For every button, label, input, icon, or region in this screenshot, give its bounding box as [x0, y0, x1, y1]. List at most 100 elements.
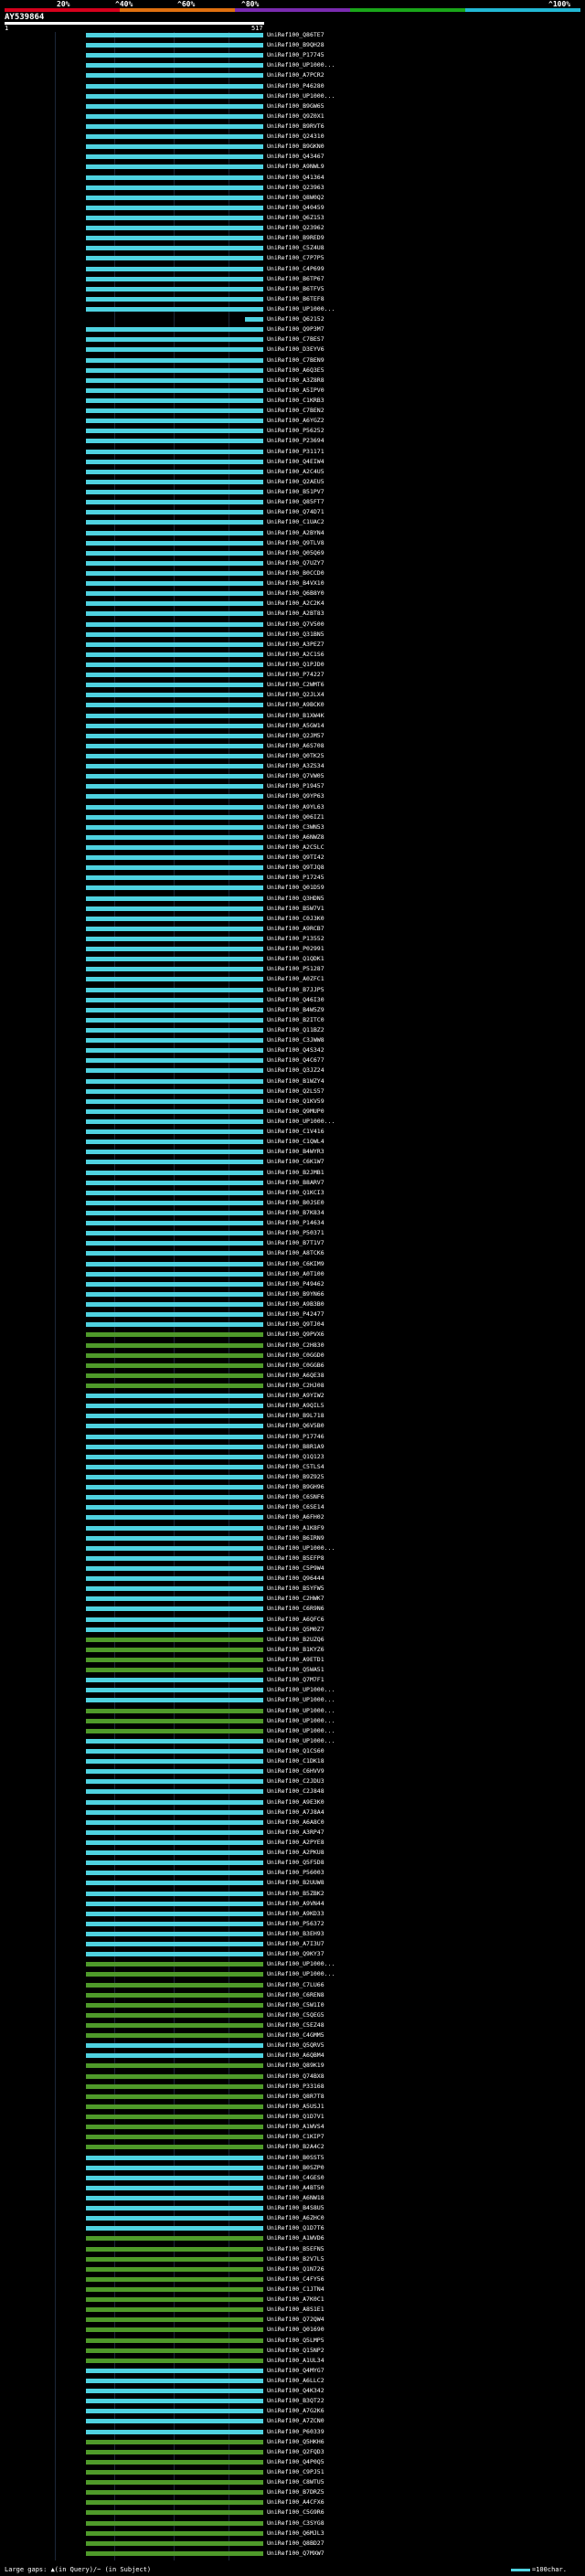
hit-label[interactable]: UniRef100_A6QE38	[267, 1372, 324, 1379]
hit-label[interactable]: UniRef100_C4GMM5	[267, 2031, 324, 2039]
hit-alignment-bar[interactable]	[86, 1829, 263, 1835]
hit-label[interactable]: UniRef100_Q05Q69	[267, 549, 324, 557]
hit-alignment-bar[interactable]	[86, 459, 263, 464]
hit-alignment-bar[interactable]	[86, 1718, 263, 1723]
hit-label[interactable]: UniRef100_Q2LS57	[267, 1087, 324, 1095]
hit-row[interactable]: UniRef100_C5P9W4	[0, 1564, 585, 1572]
hit-alignment-bar[interactable]	[86, 1444, 263, 1449]
hit-row[interactable]: UniRef100_A6A8C0	[0, 1818, 585, 1826]
hit-alignment-bar[interactable]	[86, 1901, 263, 1906]
hit-alignment-bar[interactable]	[86, 1362, 263, 1368]
hit-alignment-bar[interactable]	[86, 1495, 263, 1500]
hit-alignment-bar[interactable]	[86, 764, 263, 769]
hit-alignment-bar[interactable]	[86, 794, 263, 800]
hit-label[interactable]: UniRef100_Q4P0Q5	[267, 2458, 324, 2465]
hit-alignment-bar[interactable]	[86, 1850, 263, 1856]
hit-alignment-bar[interactable]	[86, 1962, 263, 1967]
hit-label[interactable]: UniRef100_A8S1E1	[267, 2306, 324, 2313]
hit-label[interactable]: UniRef100_P17245	[267, 874, 324, 881]
hit-label[interactable]: UniRef100_A9YL63	[267, 803, 324, 811]
hit-row[interactable]: UniRef100_Q74D71	[0, 508, 585, 515]
hit-label[interactable]: UniRef100_A2C5LC	[267, 843, 324, 851]
hit-row[interactable]: UniRef100_A6FH02	[0, 1513, 585, 1521]
hit-label[interactable]: UniRef100_B2A4C2	[267, 2143, 324, 2150]
hit-alignment-bar[interactable]	[86, 408, 263, 414]
hit-alignment-bar[interactable]	[86, 2073, 263, 2079]
hit-label[interactable]: UniRef100_B6TFV5	[267, 285, 324, 292]
hit-row[interactable]: UniRef100_Q5F5D8	[0, 1859, 585, 1866]
hit-alignment-bar[interactable]	[86, 2409, 263, 2414]
hit-row[interactable]: UniRef100_Q1CS60	[0, 1747, 585, 1754]
hit-alignment-bar[interactable]	[86, 419, 263, 424]
hit-row[interactable]: UniRef100_Q4P0Q5	[0, 2458, 585, 2465]
hit-row[interactable]: UniRef100_B0CCD0	[0, 569, 585, 577]
hit-label[interactable]: UniRef100_B51PV7	[267, 488, 324, 495]
hit-label[interactable]: UniRef100_Q5LMP5	[267, 2337, 324, 2344]
hit-label[interactable]: UniRef100_A6QBM4	[267, 2051, 324, 2059]
hit-label[interactable]: UniRef100_C5QEG5	[267, 2011, 324, 2019]
hit-row[interactable]: UniRef100_UP1000...	[0, 305, 585, 313]
hit-label[interactable]: UniRef100_Q46I30	[267, 996, 324, 1003]
hit-row[interactable]: UniRef100_Q43467	[0, 153, 585, 160]
hit-row[interactable]: UniRef100_UP1000...	[0, 1118, 585, 1125]
hit-row[interactable]: UniRef100_A2C5LC	[0, 843, 585, 851]
hit-alignment-bar[interactable]	[86, 693, 263, 698]
hit-row[interactable]: UniRef100_Q4MYG7	[0, 2367, 585, 2374]
hit-label[interactable]: UniRef100_UP1000...	[267, 1717, 335, 1724]
hit-alignment-bar[interactable]	[86, 723, 263, 728]
hit-row[interactable]: UniRef100_Q5M0Z7	[0, 1626, 585, 1633]
hit-label[interactable]: UniRef100_Q1CS60	[267, 1747, 324, 1754]
hit-row[interactable]: UniRef100_C7BEN2	[0, 407, 585, 414]
hit-alignment-bar[interactable]	[86, 185, 263, 190]
hit-row[interactable]: UniRef100_A8S1E1	[0, 2306, 585, 2313]
hit-alignment-bar[interactable]	[86, 469, 263, 474]
hit-alignment-bar[interactable]	[86, 63, 263, 69]
hit-row[interactable]: UniRef100_B5W7V1	[0, 905, 585, 912]
hit-row[interactable]: UniRef100_A1WVD6	[0, 2234, 585, 2242]
hit-label[interactable]: UniRef100_B0JSE0	[267, 1199, 324, 1206]
hit-row[interactable]: UniRef100_B0SST5	[0, 2154, 585, 2161]
hit-label[interactable]: UniRef100_C2H830	[267, 1341, 324, 1349]
hit-row[interactable]: UniRef100_UP1000...	[0, 1737, 585, 1744]
hit-alignment-bar[interactable]	[86, 641, 263, 647]
hit-row[interactable]: UniRef100_A6QBM4	[0, 2051, 585, 2059]
hit-alignment-bar[interactable]	[86, 2185, 263, 2190]
hit-label[interactable]: UniRef100_A1K8F9	[267, 1524, 324, 1532]
hit-row[interactable]: UniRef100_P42477	[0, 1310, 585, 1318]
hit-alignment-bar[interactable]	[86, 73, 263, 79]
hit-row[interactable]: UniRef100_Q86TE7	[0, 31, 585, 38]
hit-alignment-bar[interactable]	[86, 1200, 263, 1205]
hit-label[interactable]: UniRef100_B2UZQ6	[267, 1636, 324, 1643]
hit-label[interactable]: UniRef100_C5W1I0	[267, 2001, 324, 2009]
hit-label[interactable]: UniRef100_A7J8A4	[267, 1808, 324, 1816]
hit-row[interactable]: UniRef100_Q9TJ04	[0, 1320, 585, 1328]
hit-alignment-bar[interactable]	[86, 1251, 263, 1256]
hit-label[interactable]: UniRef100_A9ETD1	[267, 1656, 324, 1663]
hit-row[interactable]: UniRef100_B2ITC0	[0, 1016, 585, 1023]
hit-row[interactable]: UniRef100_D3EYV6	[0, 345, 585, 353]
hit-alignment-bar[interactable]	[86, 1414, 263, 1419]
hit-label[interactable]: UniRef100_Q24310	[267, 133, 324, 140]
hit-row[interactable]: UniRef100_C1V416	[0, 1128, 585, 1135]
hit-row[interactable]: UniRef100_UP1000...	[0, 1970, 585, 1977]
hit-label[interactable]: UniRef100_B1KYZ6	[267, 1646, 324, 1653]
hit-alignment-bar[interactable]	[86, 743, 263, 748]
hit-label[interactable]: UniRef100_C1QWL4	[267, 1138, 324, 1145]
hit-row[interactable]: UniRef100_C5TLS4	[0, 1463, 585, 1470]
hit-row[interactable]: UniRef100_P17245	[0, 874, 585, 881]
hit-row[interactable]: UniRef100_C5W1I0	[0, 2001, 585, 2009]
hit-label[interactable]: UniRef100_P46280	[267, 82, 324, 90]
hit-label[interactable]: UniRef100_A9RCB7	[267, 925, 324, 932]
hit-alignment-bar[interactable]	[86, 844, 263, 850]
hit-alignment-bar[interactable]	[86, 429, 263, 434]
hit-label[interactable]: UniRef100_B5EFP8	[267, 1554, 324, 1562]
hit-label[interactable]: UniRef100_C7LU66	[267, 1981, 324, 1988]
hit-alignment-bar[interactable]	[86, 226, 263, 231]
hit-label[interactable]: UniRef100_A9BCK0	[267, 701, 324, 708]
hit-row[interactable]: UniRef100_C7LU66	[0, 1981, 585, 1988]
hit-alignment-bar[interactable]	[86, 885, 263, 891]
hit-row[interactable]: UniRef100_C8WTU5	[0, 2478, 585, 2486]
hit-label[interactable]: UniRef100_C3SYG8	[267, 2519, 324, 2527]
hit-row[interactable]: UniRef100_Q1KV59	[0, 1097, 585, 1105]
hit-label[interactable]: UniRef100_Q5QRV5	[267, 2041, 324, 2049]
